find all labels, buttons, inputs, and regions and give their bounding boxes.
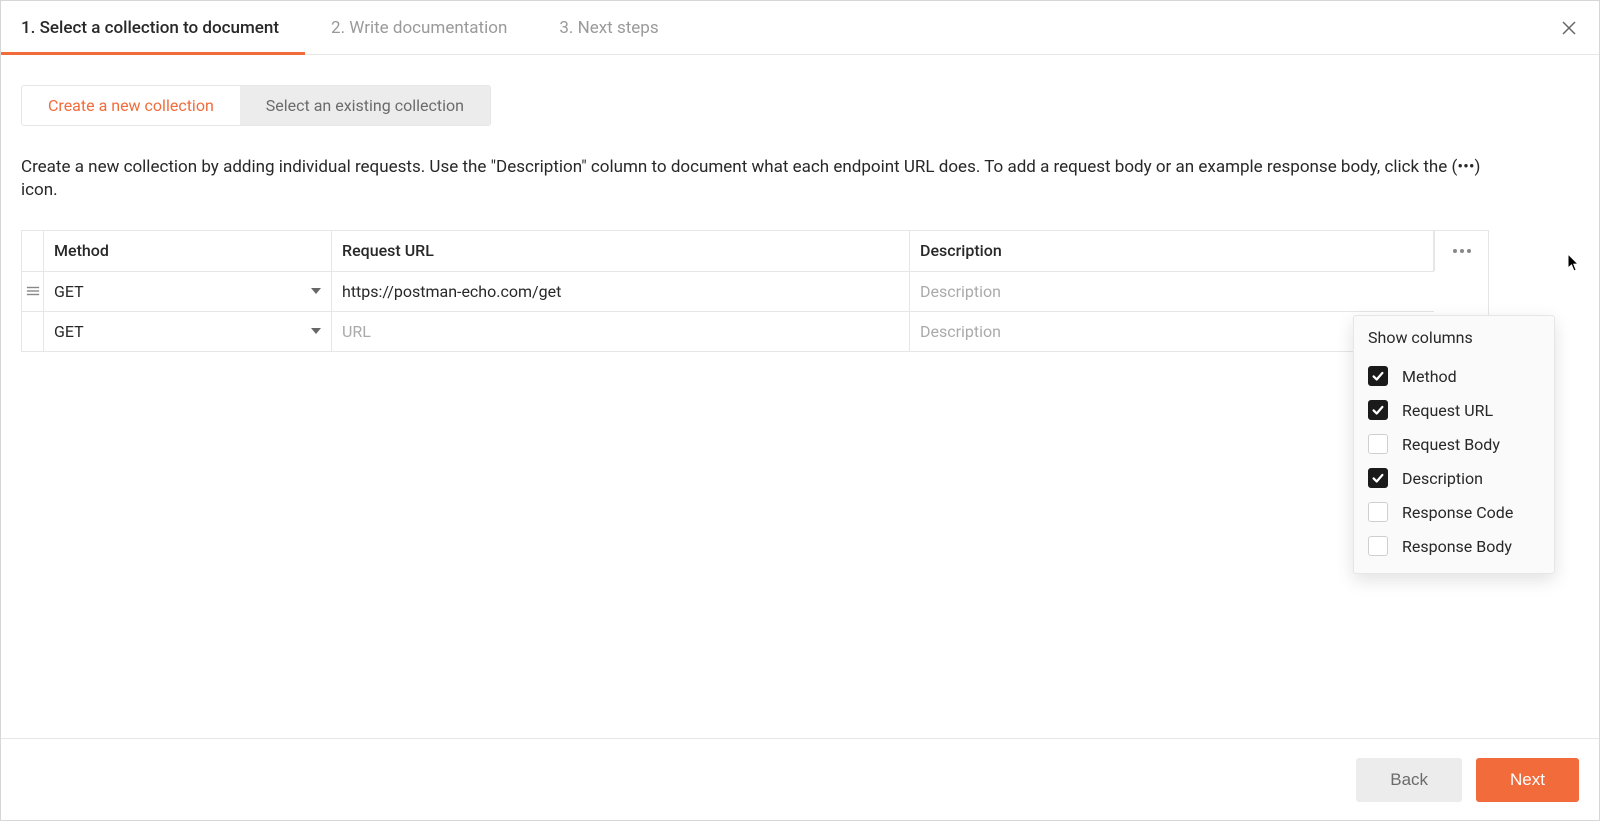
method-select[interactable]: GET xyxy=(44,271,332,311)
url-value: https://postman-echo.com/get xyxy=(342,282,561,301)
checkbox-icon[interactable] xyxy=(1368,468,1388,488)
collection-source-toggle: Create a new collection Select an existi… xyxy=(21,85,491,126)
table-row: GET https://postman-echo.com/get Descrip… xyxy=(22,271,1488,311)
close-icon[interactable] xyxy=(1557,16,1581,40)
checkbox-icon[interactable] xyxy=(1368,400,1388,420)
requests-table: Method Request URL Description GET https… xyxy=(21,230,1489,352)
checkbox-icon[interactable] xyxy=(1368,434,1388,454)
checkbox-icon[interactable] xyxy=(1368,366,1388,386)
dialog-footer: Back Next xyxy=(1,738,1599,820)
show-columns-option-label: Request Body xyxy=(1402,435,1500,454)
create-new-collection-tab[interactable]: Create a new collection xyxy=(22,86,240,125)
show-columns-option[interactable]: Request Body xyxy=(1368,427,1540,461)
show-columns-option[interactable]: Request URL xyxy=(1368,393,1540,427)
url-input[interactable]: URL xyxy=(332,311,910,351)
select-existing-collection-tab[interactable]: Select an existing collection xyxy=(240,86,490,125)
description-placeholder: Description xyxy=(920,322,1001,341)
checkbox-icon[interactable] xyxy=(1368,502,1388,522)
table-header-description: Description xyxy=(910,231,1434,271)
show-columns-option-label: Response Code xyxy=(1402,503,1513,522)
wizard-step-1[interactable]: 1. Select a collection to document xyxy=(21,1,305,54)
url-input[interactable]: https://postman-echo.com/get xyxy=(332,271,910,311)
show-columns-title: Show columns xyxy=(1368,328,1540,347)
show-columns-option-label: Method xyxy=(1402,367,1457,386)
wizard-step-2[interactable]: 2. Write documentation xyxy=(305,1,533,54)
wizard-step-3[interactable]: 3. Next steps xyxy=(533,1,684,54)
instructions-text: Create a new collection by adding indivi… xyxy=(21,156,1481,202)
caret-down-icon xyxy=(311,328,321,334)
method-value: GET xyxy=(54,322,84,341)
table-header-url: Request URL xyxy=(332,231,910,271)
method-value: GET xyxy=(54,282,84,301)
table-header-method: Method xyxy=(44,231,332,271)
drag-handle-placeholder xyxy=(22,311,44,351)
show-columns-option-label: Request URL xyxy=(1402,401,1493,420)
show-columns-option[interactable]: Description xyxy=(1368,461,1540,495)
dialog-body: Create a new collection Select an existi… xyxy=(1,55,1599,738)
table-header-row: Method Request URL Description xyxy=(22,231,1488,271)
checkbox-icon[interactable] xyxy=(1368,536,1388,556)
description-placeholder: Description xyxy=(920,282,1001,301)
show-columns-dropdown: Show columns Method Request URL Request Bo… xyxy=(1353,315,1555,574)
show-columns-option[interactable]: Method xyxy=(1368,359,1540,393)
show-columns-option-label: Response Body xyxy=(1402,537,1512,556)
mouse-cursor-icon xyxy=(1567,253,1581,273)
table-header-more-icon[interactable] xyxy=(1434,231,1488,271)
show-columns-option-label: Description xyxy=(1402,469,1483,488)
description-input[interactable]: Description xyxy=(910,271,1434,311)
dialog-wizard: 1. Select a collection to document 2. Wr… xyxy=(0,0,1600,821)
back-button[interactable]: Back xyxy=(1356,758,1462,802)
drag-handle-icon[interactable] xyxy=(22,271,44,311)
table-row: GET URL Description xyxy=(22,311,1488,351)
next-button[interactable]: Next xyxy=(1476,758,1579,802)
method-select[interactable]: GET xyxy=(44,311,332,351)
show-columns-option[interactable]: Response Body xyxy=(1368,529,1540,563)
url-placeholder: URL xyxy=(342,322,371,341)
show-columns-option[interactable]: Response Code xyxy=(1368,495,1540,529)
table-header-drag xyxy=(22,231,44,271)
wizard-steps: 1. Select a collection to document 2. Wr… xyxy=(1,1,1599,55)
caret-down-icon xyxy=(311,288,321,294)
